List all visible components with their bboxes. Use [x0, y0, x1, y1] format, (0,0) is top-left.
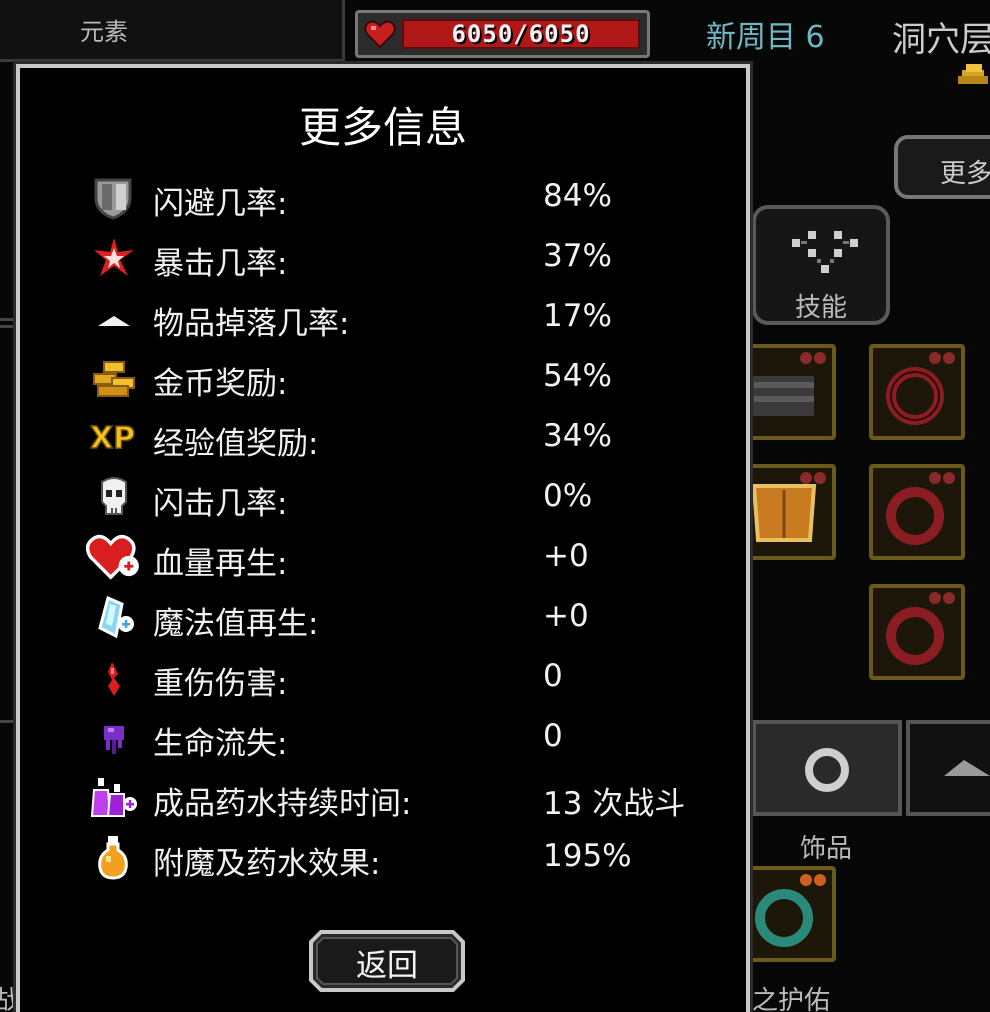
more-button[interactable]: 更多 [894, 135, 990, 199]
stat-label: 成品药水持续时间: [153, 786, 412, 822]
mana-crystal-icon [98, 596, 134, 639]
accessory-tab-label: 饰品 [800, 834, 853, 864]
ring-slot-3[interactable] [869, 584, 965, 680]
stat-label: 魔法值再生: [153, 606, 319, 642]
stat-value: 0 [543, 658, 563, 694]
heart-plus-icon [86, 534, 139, 580]
stat-label: 暴击几率: [153, 246, 288, 282]
heart-icon [364, 20, 396, 49]
stat-value: 54% [543, 358, 612, 394]
stat-row-enchant-effect: 附魔及药水效果: 195% [90, 828, 730, 888]
more-info-dialog: 更多信息 闪避几率: 84% 暴击几率: 37% 物品掉落几率: 17% 金币奖… [16, 64, 750, 1012]
armor-icon [751, 472, 826, 542]
skills-button-label: 技能 [794, 293, 847, 323]
stat-row-mp-regen: 魔法值再生: +0 [90, 588, 730, 648]
blood-drop-icon [108, 662, 120, 696]
new-cycle-label: 新周目 6 [706, 20, 825, 55]
stat-row-bleed: 重伤伤害: 0 [90, 648, 730, 708]
stat-value: 0% [543, 478, 593, 514]
stat-label: 闪击几率: [153, 486, 288, 522]
stat-value: 84% [543, 178, 612, 214]
stat-row-crit: 暴击几率: 37% [90, 228, 730, 288]
stat-value: +0 [543, 598, 589, 634]
poison-drip-icon [104, 726, 124, 754]
stat-value: 34% [543, 418, 612, 454]
element-tab-label: 元素 [80, 18, 128, 46]
item-pile-icon [944, 760, 990, 776]
ring-slot-1[interactable] [869, 344, 965, 440]
element-tab[interactable]: 元素 [0, 0, 345, 62]
stat-row-drop: 物品掉落几率: 17% [90, 288, 730, 348]
armor-slot[interactable] [740, 464, 836, 560]
ring-icon [886, 592, 955, 665]
accessory-tab[interactable] [752, 720, 902, 816]
stat-value: +0 [543, 538, 589, 574]
gold-icon [958, 64, 988, 84]
shield-icon [94, 178, 132, 220]
stat-value: 195% [543, 838, 632, 874]
more-button-label: 更多 [940, 159, 990, 189]
stat-row-dodge: 闪避几率: 84% [90, 168, 730, 228]
gauntlet-icon [744, 352, 826, 416]
skills-button[interactable]: 技能 [752, 205, 890, 325]
back-button[interactable]: 返回 [307, 928, 467, 994]
gold-coins-icon [93, 361, 135, 397]
xp-icon: XP [90, 420, 136, 457]
location-label: 洞穴层 [892, 20, 990, 60]
skull-icon [101, 477, 127, 515]
stat-value: 0 [543, 718, 563, 754]
back-button-label: 返回 [356, 948, 418, 984]
material-tab[interactable] [906, 720, 990, 816]
stat-row-life-drain: 生命流失: 0 [90, 708, 730, 768]
ring-slot-2[interactable] [869, 464, 965, 560]
hp-bar: 6050/6050 [355, 10, 650, 58]
stat-label: 血量再生: [153, 546, 288, 582]
stat-row-flash: 闪击几率: 0% [90, 468, 730, 528]
left-panel-edge [0, 720, 16, 980]
stat-value: 37% [543, 238, 612, 274]
stat-value: 13 次战斗 [543, 786, 686, 822]
potions-plus-icon [90, 778, 137, 817]
stat-row-xp: XP 经验值奖励: 34% [90, 408, 730, 468]
stat-label: 闪避几率: [153, 186, 288, 222]
orange-potion-icon [98, 836, 128, 880]
gauntlet-slot[interactable] [740, 344, 836, 440]
stat-label: 经验值奖励: [153, 426, 319, 462]
skill-tree-icon [792, 231, 858, 273]
stat-label: 生命流失: [153, 726, 288, 762]
stat-value: 17% [543, 298, 612, 334]
stat-label: 物品掉落几率: [153, 306, 350, 342]
stat-row-gold: 金币奖励: 54% [90, 348, 730, 408]
ring-icon [886, 352, 955, 425]
protection-label: 之护佑 [752, 986, 831, 1012]
hp-text: 6050/6050 [451, 20, 591, 48]
stat-label: 重伤伤害: [153, 666, 288, 702]
amulet-slot[interactable] [740, 866, 836, 962]
stat-row-hp-regen: 血量再生: +0 [86, 528, 730, 588]
jade-ring-icon [755, 874, 826, 947]
dialog-title: 更多信息 [298, 103, 467, 152]
item-pile-icon [98, 316, 130, 326]
stat-label: 金币奖励: [153, 366, 288, 402]
ring-tab-icon [805, 748, 849, 792]
stat-row-potion-duration: 成品药水持续时间: 13 次战斗 [90, 768, 730, 828]
svg-text:XP: XP [90, 421, 135, 456]
crit-spark-icon [94, 238, 134, 276]
ring-icon [886, 472, 955, 545]
stat-label: 附魔及药水效果: [153, 846, 381, 882]
